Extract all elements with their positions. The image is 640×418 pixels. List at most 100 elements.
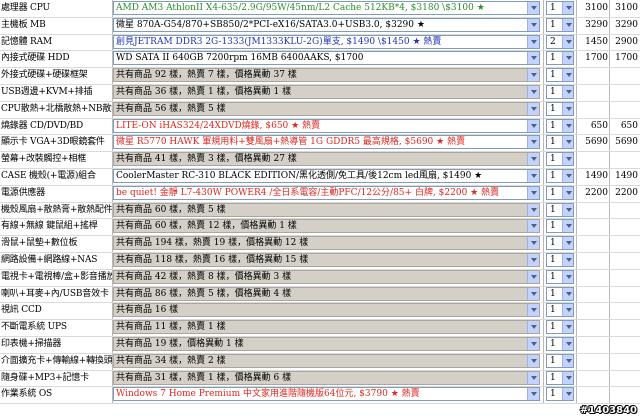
chevron-down-icon[interactable] [527,338,539,350]
quantity-select[interactable]: 1 [546,68,574,83]
chevron-down-icon[interactable] [562,287,573,300]
quantity-select[interactable]: 1 [546,219,574,234]
quantity-select[interactable]: 1 [546,253,574,267]
quantity-select[interactable]: 1 [546,152,574,167]
quantity-select[interactable]: 1 [546,1,574,15]
product-select[interactable]: 微星 870A-G54/870+SB850/2*PCI-eX16/SATA3.0… [113,17,540,32]
chevron-down-icon[interactable] [562,304,573,317]
chevron-down-icon[interactable] [562,52,573,65]
quantity-select[interactable]: 1 [546,135,574,150]
chevron-down-icon[interactable] [562,2,573,14]
product-select[interactable]: 共有商品 36 樣，熱賣 1 樣，價格異動 1 樣 [113,85,540,99]
chevron-down-icon[interactable] [527,371,539,384]
chevron-down-icon[interactable] [562,220,573,233]
chevron-down-icon[interactable] [562,186,573,199]
chevron-down-icon[interactable] [562,203,573,216]
quantity-select[interactable]: 1 [546,286,574,301]
chevron-down-icon[interactable] [562,354,573,367]
chevron-down-icon[interactable] [527,18,539,31]
quantity-select[interactable]: 1 [546,85,574,99]
quantity-select[interactable]: 1 [546,320,574,335]
chevron-down-icon[interactable] [562,102,573,115]
quantity-select[interactable]: 1 [546,169,574,183]
product-select[interactable]: 共有商品 86 樣，熱賣 5 樣，價格異動 4 樣 [113,286,540,301]
quantity-select[interactable]: 1 [546,236,574,251]
quantity-select[interactable]: 1 [546,101,574,116]
chevron-down-icon[interactable] [562,18,573,31]
chevron-down-icon[interactable] [562,270,573,283]
product-select[interactable]: 共有商品 194 樣，熱賣 19 樣，價格異動 12 樣 [113,236,540,251]
chevron-down-icon[interactable] [527,2,539,14]
chevron-down-icon[interactable] [527,52,539,65]
chevron-down-icon[interactable] [527,186,539,199]
chevron-down-icon[interactable] [527,35,539,48]
chevron-down-icon[interactable] [562,35,573,48]
quantity-select[interactable]: 1 [546,370,574,385]
product-select[interactable]: 共有商品 16 樣 [113,303,540,318]
chevron-down-icon[interactable] [562,136,573,149]
chevron-down-icon[interactable] [562,254,573,266]
chevron-down-icon[interactable] [562,170,573,182]
product-select[interactable]: CoolerMaster RC-310 BLACK EDITION/黑化透側/免… [113,169,540,183]
chevron-down-icon[interactable] [527,69,539,82]
quantity-select[interactable]: 1 [546,387,574,402]
product-select[interactable]: 共有商品 42 樣，熱賣 8 樣，價格異動 3 樣 [113,269,540,284]
chevron-down-icon[interactable] [562,119,573,132]
chevron-down-icon[interactable] [527,203,539,216]
chevron-down-icon[interactable] [527,237,539,250]
chevron-down-icon[interactable] [527,153,539,166]
quantity-select[interactable]: 1 [546,185,574,200]
chevron-down-icon[interactable] [527,102,539,115]
chevron-down-icon[interactable] [562,388,573,401]
chevron-down-icon[interactable] [562,69,573,82]
chevron-down-icon[interactable] [527,86,539,98]
chevron-down-icon[interactable] [527,119,539,132]
quantity-select[interactable]: 1 [546,337,574,351]
chevron-down-icon[interactable] [527,136,539,149]
chevron-down-icon[interactable] [527,388,539,401]
product-select[interactable]: 創見JETRAM DDR3 2G-1333(JM1333KLU-2G)單支, $… [113,34,540,49]
product-select[interactable]: Windows 7 Home Premium 中文家用進階隨機版64位元, $3… [113,387,540,402]
table-row: USB週邊+KVM+排插 共有商品 36 樣，熱賣 1 樣，價格異動 1 樣 1 [0,84,640,100]
product-select[interactable]: 微星 R5770 HAWK 軍規用料+雙風扇+熱導管 1G GDDR5 最高規格… [113,135,540,150]
quantity-value: 1 [550,187,556,198]
product-select[interactable]: 共有商品 118 樣，熱賣 16 樣，價格異動 15 樣 [113,253,540,267]
chevron-down-icon[interactable] [562,153,573,166]
quantity-select[interactable]: 1 [546,269,574,284]
product-select[interactable]: 共有商品 60 樣，熱賣 5 樣 [113,202,540,217]
chevron-down-icon[interactable] [562,86,573,98]
product-select[interactable]: 共有商品 19 樣，價格異動 1 樣 [113,337,540,351]
product-select[interactable]: 共有商品 34 樣，熱賣 2 樣 [113,353,540,368]
chevron-down-icon[interactable] [527,220,539,233]
product-select[interactable]: 共有商品 92 樣，熱賣 7 樣，價格異動 37 樣 [113,68,540,83]
quantity-select[interactable]: 1 [546,353,574,368]
quantity-select[interactable]: 1 [546,202,574,217]
product-select[interactable]: LITE-ON iHAS324/24XDVD燒錄, $650 ★ 熱賣 [113,118,540,133]
product-select[interactable]: be quiet! 金靜 L7-430W POWER4 /全日系電容/主動PFC… [113,185,540,200]
chevron-down-icon[interactable] [562,371,573,384]
product-select[interactable]: 共有商品 56 樣，熱賣 5 樣 [113,101,540,116]
chevron-down-icon[interactable] [527,270,539,283]
chevron-down-icon[interactable] [527,354,539,367]
product-select[interactable]: 共有商品 60 樣，熱賣 12 樣，價格異動 1 樣 [113,219,540,234]
chevron-down-icon[interactable] [562,237,573,250]
product-select[interactable]: 共有商品 31 樣，熱賣 1 樣，價格異動 6 樣 [113,370,540,385]
chevron-down-icon[interactable] [527,287,539,300]
product-select[interactable]: 共有商品 11 樣，熱賣 1 樣 [113,320,540,335]
product-option-text: 微星 R5770 HAWK 軍規用料+雙風扇+熱導管 1G GDDR5 最高規格… [116,136,525,148]
quantity-select[interactable]: 1 [546,303,574,318]
product-select[interactable]: AMD AM3 AthlonII X4-635/2.9G/95W/45nm/L2… [113,1,540,15]
chevron-down-icon[interactable] [527,254,539,266]
chevron-down-icon[interactable] [527,321,539,334]
quantity-select[interactable]: 1 [546,118,574,133]
product-select[interactable]: 共有商品 41 樣，熱賣 3 樣，價格異動 27 樣 [113,152,540,167]
quantity-select[interactable]: 2 [546,34,574,49]
chevron-down-icon[interactable] [562,321,573,334]
product-select[interactable]: WD SATA II 640GB 7200rpm 16MB 6400AAKS, … [113,51,540,66]
chevron-down-icon[interactable] [527,170,539,182]
category-label: 電源供應器 [1,187,46,198]
quantity-select[interactable]: 1 [546,51,574,66]
chevron-down-icon[interactable] [562,338,573,350]
quantity-select[interactable]: 1 [546,17,574,32]
chevron-down-icon[interactable] [527,304,539,317]
